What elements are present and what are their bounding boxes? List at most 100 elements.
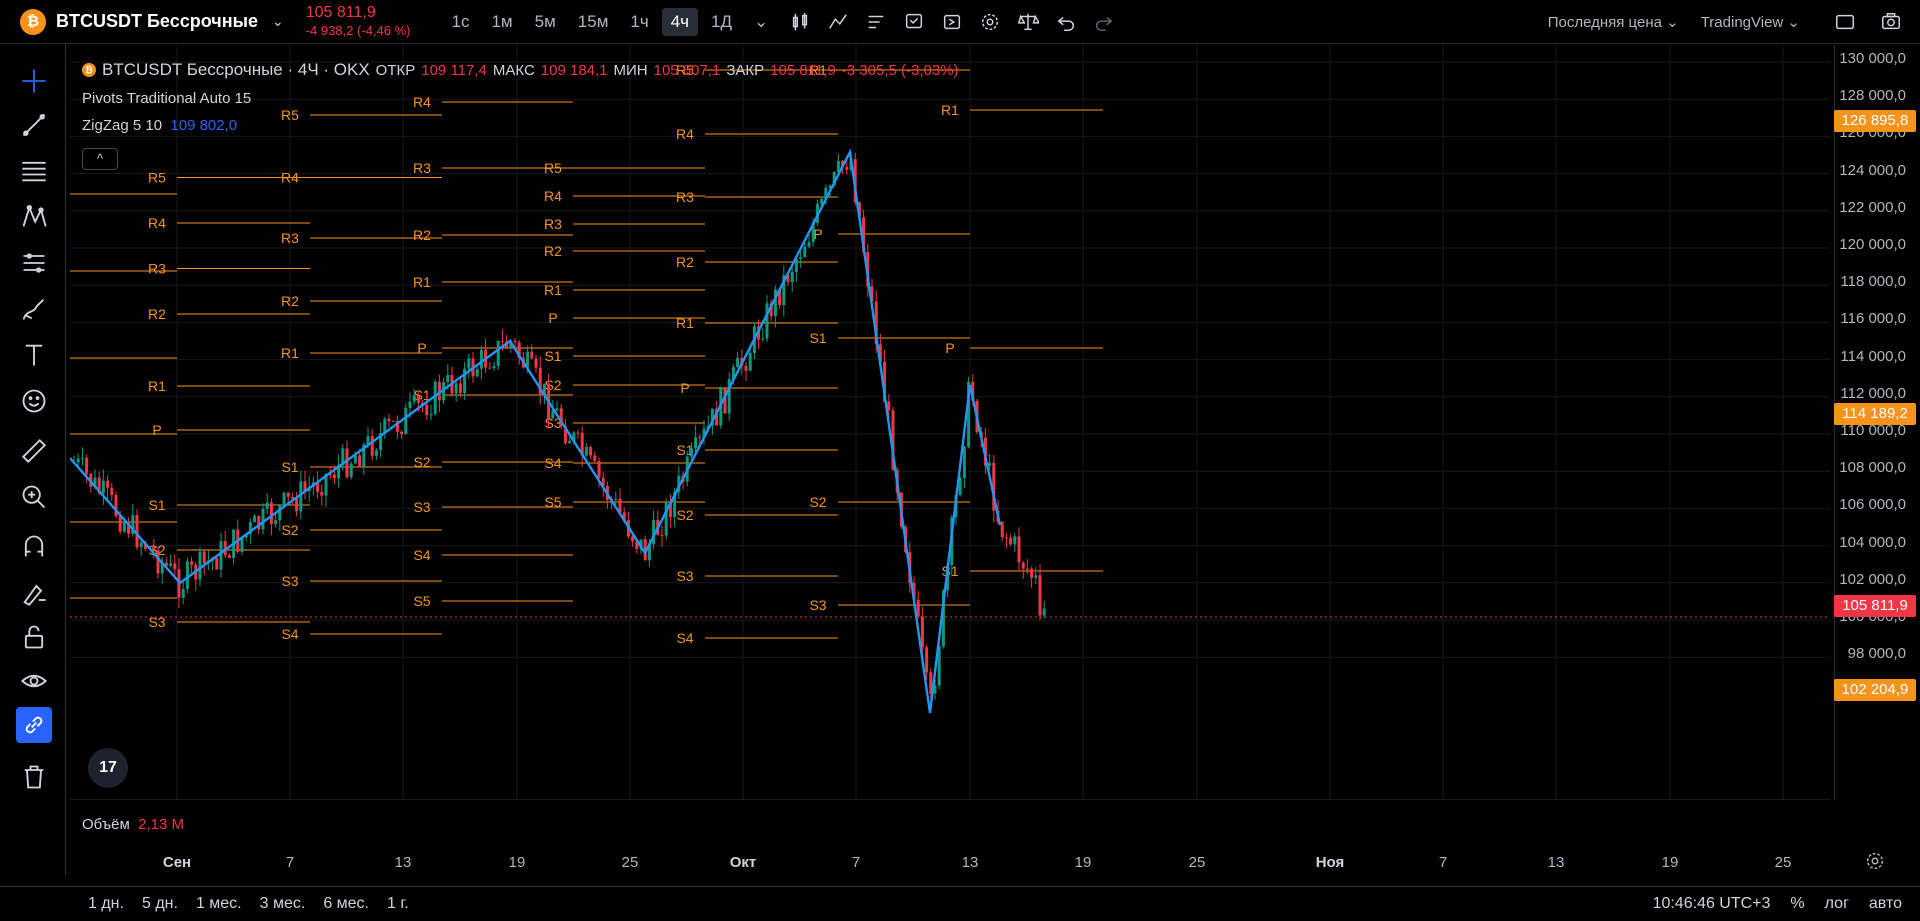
timeframe-1m[interactable]: 1м <box>482 8 521 36</box>
candle-body <box>278 505 282 521</box>
range-1y[interactable]: 1 г. <box>387 895 409 913</box>
price-type-dropdown[interactable]: Последняя цена ⌄ <box>1548 13 1679 31</box>
timeframe-1d[interactable]: 1Д <box>702 8 741 36</box>
candle-body <box>765 303 769 339</box>
candle-body <box>1021 562 1025 569</box>
price-tick: 122 000,0 <box>1839 198 1906 216</box>
candle-body <box>198 551 202 580</box>
fullscreen-icon[interactable] <box>1830 7 1860 37</box>
candle-body <box>349 463 353 478</box>
replay-icon[interactable] <box>937 7 967 37</box>
clock[interactable]: 10:46:46 UTC+3 <box>1653 895 1771 913</box>
trash-icon[interactable] <box>16 759 52 795</box>
pivot-label: P <box>680 380 689 396</box>
settings-gear-icon[interactable] <box>975 7 1005 37</box>
redo-icon[interactable] <box>1089 7 1119 37</box>
candle-body <box>190 561 194 565</box>
timeframe-4h[interactable]: 4ч <box>661 7 699 36</box>
brush-icon[interactable] <box>16 291 52 327</box>
data-source-dropdown[interactable]: TradingView ⌄ <box>1701 13 1800 31</box>
range-1d[interactable]: 1 дн. <box>88 895 124 913</box>
pivot-label: P <box>813 226 822 242</box>
pivot-label: S3 <box>413 499 430 515</box>
pivot-label: S2 <box>809 494 826 510</box>
price-tick: 106 000,0 <box>1839 496 1906 514</box>
candle-body <box>694 437 698 449</box>
candle-body <box>790 271 794 283</box>
volume-label: Объём <box>82 816 130 833</box>
price-tick: 112 000,0 <box>1840 384 1906 402</box>
candle-type-icon[interactable] <box>785 7 815 37</box>
snapshot-icon[interactable] <box>1876 7 1906 37</box>
candle-body <box>799 257 803 259</box>
pivot-label: R5 <box>148 170 166 186</box>
legend-ohlc-row: ₿ BTCUSDT Бессрочные · 4Ч · OKX ОТКР 109 … <box>82 60 959 80</box>
text-tool-icon[interactable] <box>16 337 52 373</box>
candle-body <box>660 534 664 536</box>
time-axis[interactable]: Сен 7 13 19 25 Окт 7 13 19 25 Ноя 7 13 19 25 <box>70 850 1834 876</box>
percent-toggle[interactable]: % <box>1790 895 1804 913</box>
auto-toggle[interactable]: авто <box>1869 895 1902 913</box>
candle-body <box>1004 537 1008 539</box>
timeframe-dropdown-icon[interactable]: ⌄ <box>745 8 777 36</box>
timeframe-1s[interactable]: 1с <box>443 8 479 36</box>
axis-settings-gear-icon[interactable] <box>1864 850 1890 876</box>
ruler-icon[interactable] <box>16 433 52 469</box>
zoom-in-icon[interactable] <box>16 479 52 515</box>
compare-scale-icon[interactable] <box>1013 7 1043 37</box>
price-tick: 124 000,0 <box>1839 161 1906 179</box>
alert-icon[interactable] <box>899 7 929 37</box>
emoji-icon[interactable] <box>16 383 52 419</box>
price-label-badge: 102 204,9 <box>1834 679 1916 701</box>
magnet-icon[interactable] <box>16 529 52 565</box>
candle-body <box>290 496 294 499</box>
range-1m[interactable]: 1 мес. <box>196 895 242 913</box>
timeframe-5m[interactable]: 5м <box>526 8 565 36</box>
timeframe-15m[interactable]: 15м <box>569 8 618 36</box>
price-tick: 104 000,0 <box>1839 533 1906 551</box>
forecast-icon[interactable] <box>16 245 52 281</box>
pivot-label: S2 <box>281 522 298 538</box>
candle-body <box>152 546 156 551</box>
candle-body <box>593 455 597 461</box>
fib-retracement-icon[interactable] <box>16 153 52 189</box>
price-axis[interactable]: 130 000,0 128 000,0 126 000,0 124 000,0 122 … <box>1834 45 1920 800</box>
pivot-label: S2 <box>676 507 693 523</box>
pivot-label: S4 <box>281 626 298 642</box>
visibility-eye-icon[interactable] <box>16 663 52 699</box>
candle-body <box>101 480 105 494</box>
pivot-label: R1 <box>676 315 694 331</box>
time-tick: 7 <box>1438 854 1448 871</box>
legend-change: -3 305,5 (-3,03%) <box>841 61 959 79</box>
range-5d[interactable]: 5 дн. <box>142 895 178 913</box>
pivot-label: R5 <box>544 160 562 176</box>
undo-icon[interactable] <box>1051 7 1081 37</box>
pivot-label: S1 <box>941 563 958 579</box>
log-toggle[interactable]: лог <box>1825 895 1849 913</box>
indicator-pivots[interactable]: Pivots Traditional Auto 15 <box>82 90 959 107</box>
pivot-label: P <box>945 340 954 356</box>
range-6m[interactable]: 6 мес. <box>323 895 369 913</box>
lock-icon[interactable] <box>16 619 52 655</box>
range-3m[interactable]: 3 мес. <box>260 895 306 913</box>
chevron-down-icon[interactable]: ⌄ <box>272 13 284 30</box>
collapse-legend-button[interactable]: ^ <box>82 148 118 170</box>
indicator-zigzag[interactable]: ZigZag 5 10 109 802,0 <box>82 117 959 134</box>
timeframe-1h[interactable]: 1ч <box>621 8 657 36</box>
price-chart[interactable]: R5 R4 R3 R2 R1 P S1 S2 S3 R5 R4 R3 R2 R1 S1 S2 S3 S4 R4 R3 R… <box>70 45 1830 800</box>
candle-body <box>1017 536 1021 563</box>
pivot-label: R1 <box>281 345 299 361</box>
crosshair-icon[interactable] <box>16 63 52 99</box>
tradingview-logo[interactable]: 17 <box>88 748 128 788</box>
templates-icon[interactable] <box>861 7 891 37</box>
open-label: ОТКР <box>375 61 416 79</box>
trend-line-icon[interactable] <box>16 107 52 143</box>
candle-body <box>500 340 504 342</box>
candle-body <box>219 541 223 570</box>
link-icon[interactable] <box>16 707 52 743</box>
pattern-icon[interactable] <box>16 199 52 235</box>
symbol-name[interactable]: BTCUSDT Бессрочные <box>56 11 258 32</box>
indicators-icon[interactable] <box>823 7 853 37</box>
lock-drawing-icon[interactable] <box>16 575 52 611</box>
volume-value: 2,13 M <box>138 816 184 833</box>
